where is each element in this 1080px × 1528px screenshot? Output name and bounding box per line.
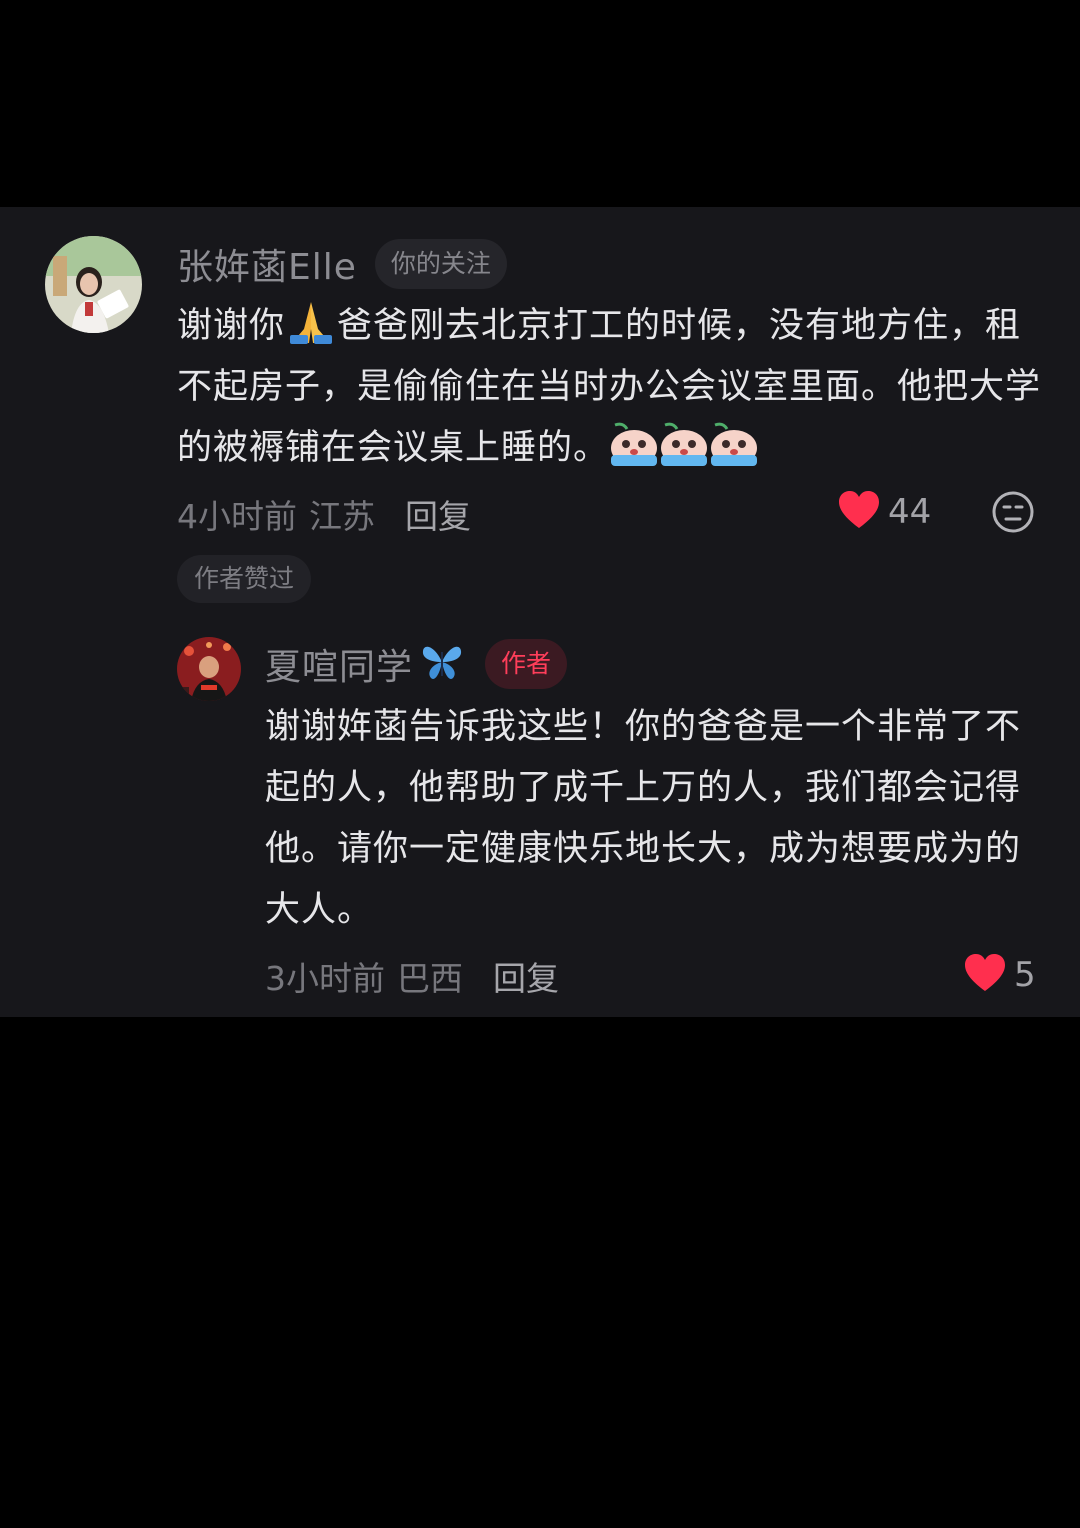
heart-icon <box>964 953 1006 997</box>
replier-name-row: 夏喧同学 作者 <box>265 638 568 690</box>
comment-text-part1: 谢谢你 <box>177 306 286 346</box>
comment-like-count: 44 <box>888 492 932 532</box>
reply-text: 谢谢姩菡告诉我这些！你的爸爸是一个非常了不起的人，他帮助了成千上万的人，我们都会… <box>265 707 1022 930</box>
reply-meta: 3小时前 巴西 回复 <box>265 952 559 1000</box>
reply-reply-button[interactable]: 回复 <box>493 952 559 1000</box>
replier-avatar[interactable] <box>177 637 241 701</box>
comment-like-button[interactable]: 44 <box>838 490 931 534</box>
replier-username[interactable]: 夏喧同学 <box>265 638 413 690</box>
commenter-avatar[interactable] <box>45 236 142 333</box>
dislike-face-icon[interactable] <box>991 490 1035 534</box>
heart-icon <box>838 490 880 534</box>
commenter-name-row: 张姩菡Elle 你的关注 <box>177 238 507 290</box>
comment-location: 江苏 <box>309 497 375 536</box>
folded-hands-emoji <box>285 299 337 345</box>
crying-emoji <box>609 421 659 467</box>
comment-reply-button[interactable]: 回复 <box>405 490 471 538</box>
comment-text: 谢谢你 爸爸刚去北京打工的时候，没有地方住，租不起房子，是偷偷住在当时办公会议室… <box>177 296 1042 479</box>
author-tag: 作者 <box>485 639 568 689</box>
author-liked-badge: 作者赞过 <box>177 555 312 603</box>
reply-location: 巴西 <box>397 959 463 998</box>
reply-time: 3小时前 <box>265 959 385 998</box>
blue-butterfly-emoji <box>421 642 463 686</box>
crying-emoji <box>659 421 709 467</box>
comment-meta: 4小时前 江苏 回复 <box>177 490 471 538</box>
following-tag: 你的关注 <box>374 239 507 289</box>
comment-time: 4小时前 <box>177 497 297 536</box>
reply-like-button[interactable]: 5 <box>964 953 1036 997</box>
reply-like-count: 5 <box>1014 955 1036 995</box>
crying-emoji <box>709 421 759 467</box>
commenter-username[interactable]: 张姩菡Elle <box>177 238 357 290</box>
